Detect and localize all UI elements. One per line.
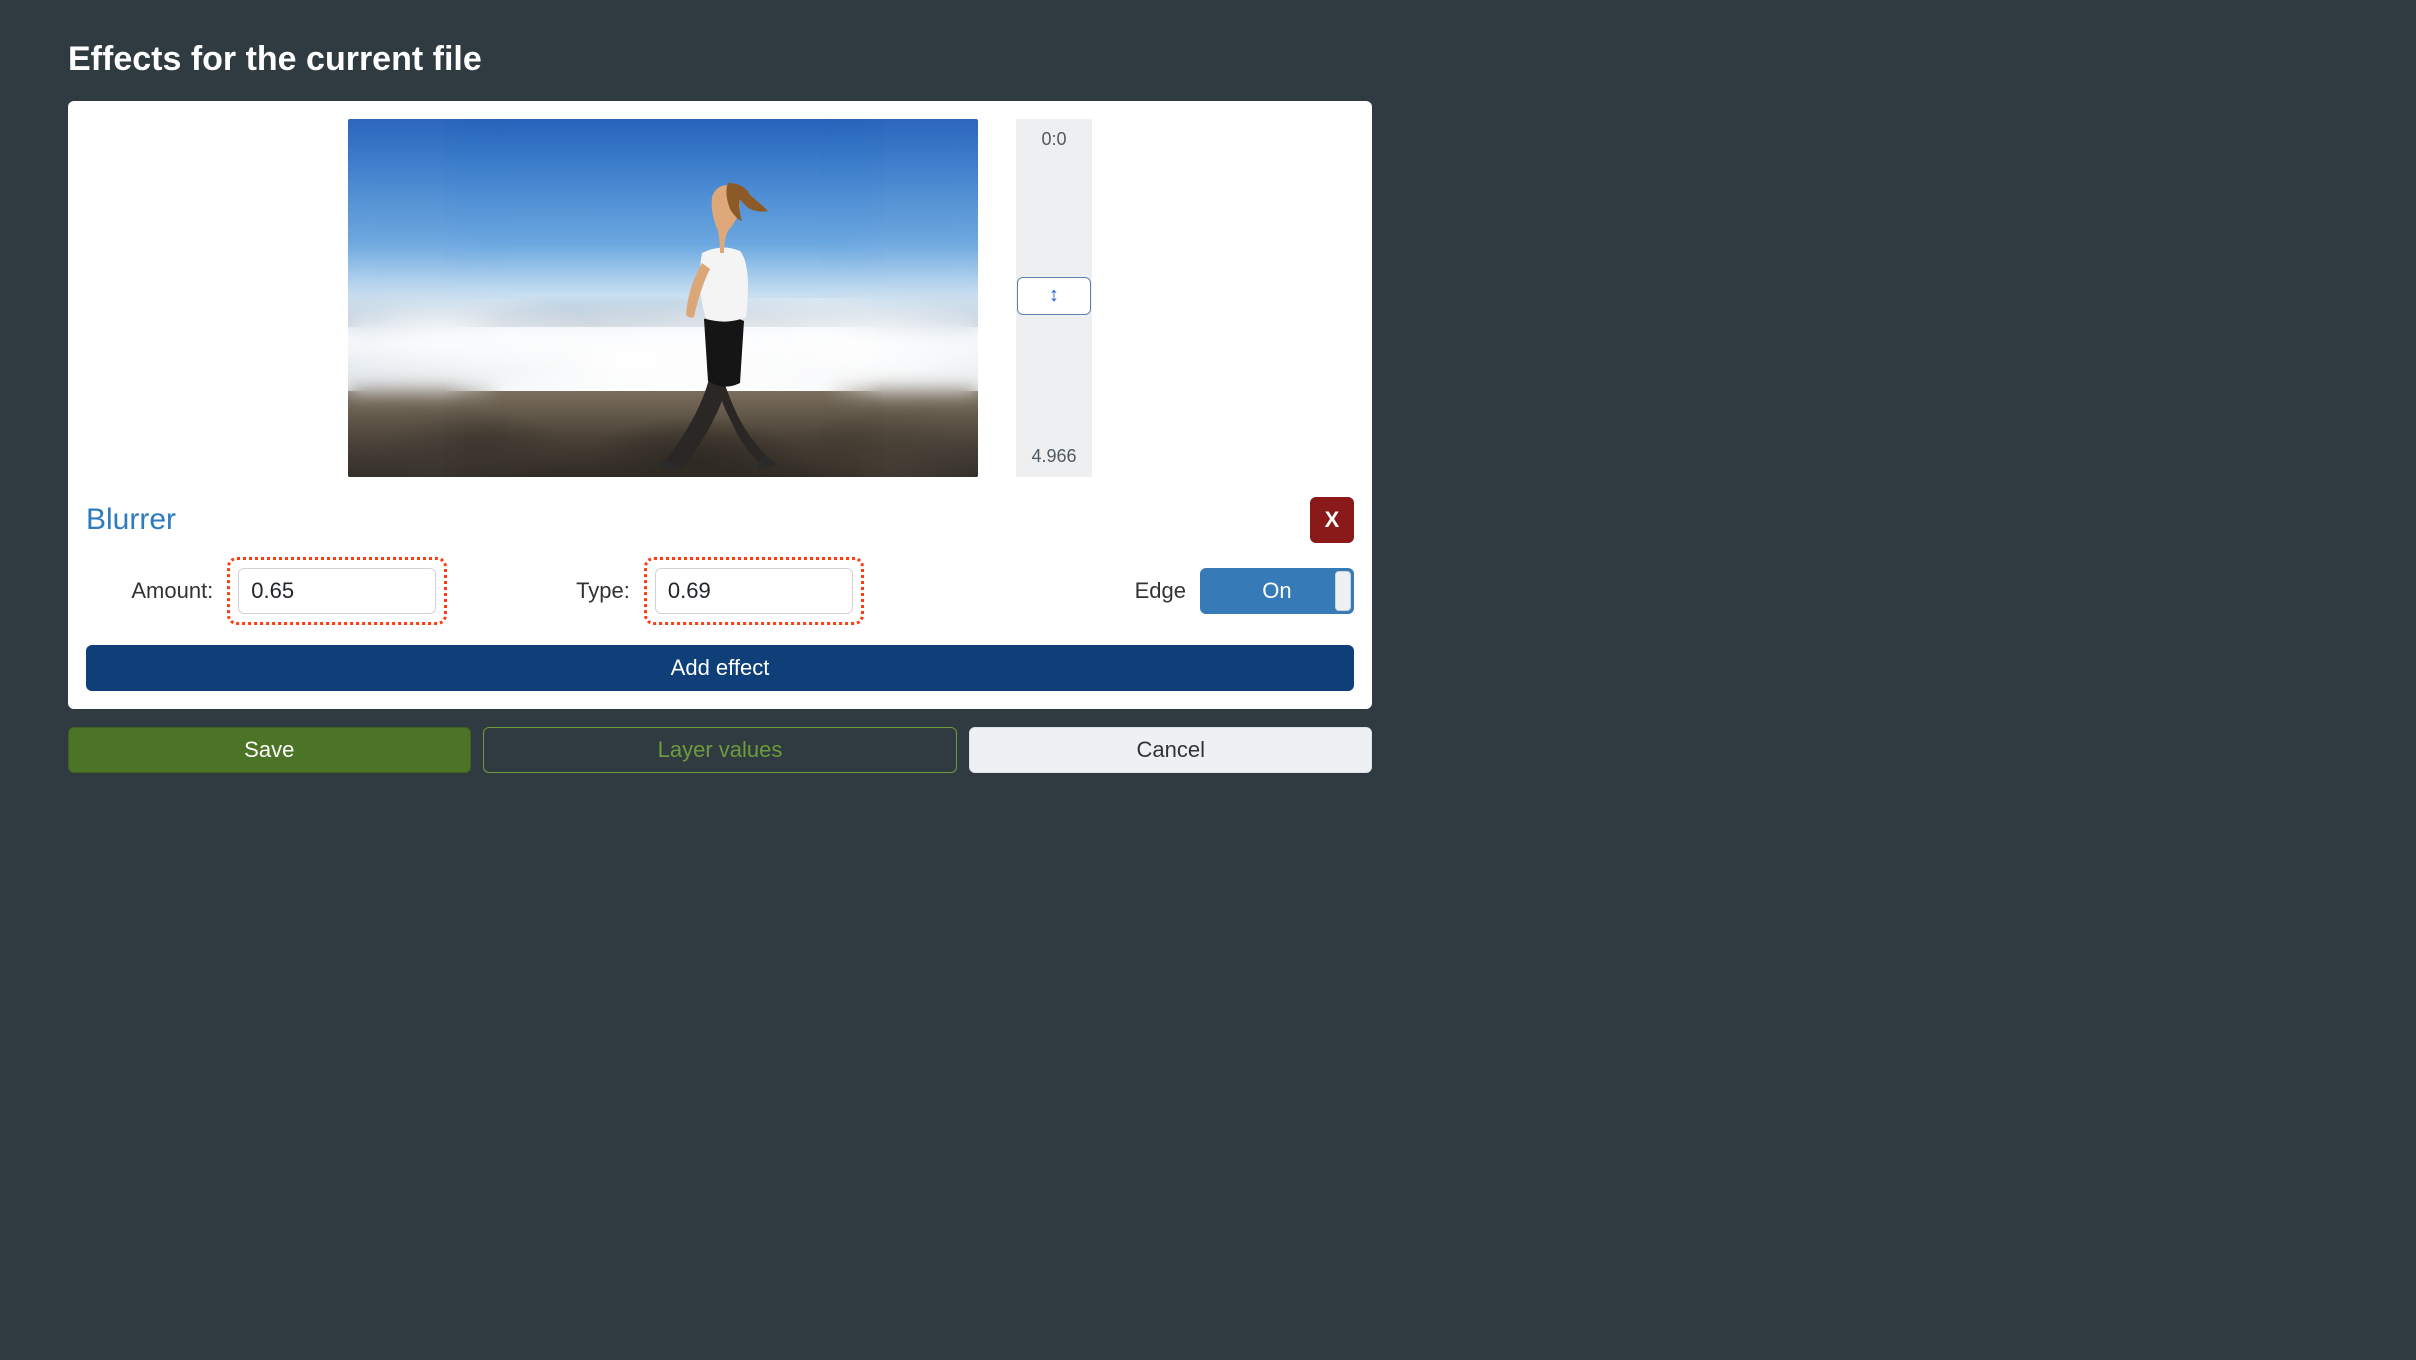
- drag-vertical-icon: ↕: [1049, 284, 1059, 307]
- preview-row: 0:0 ↕ 4.966: [86, 119, 1354, 477]
- cancel-button[interactable]: Cancel: [969, 727, 1372, 773]
- time-slider-max-label: 4.966: [1031, 446, 1076, 467]
- param-type: Type:: [517, 557, 924, 625]
- type-input[interactable]: [655, 568, 853, 614]
- time-slider-track[interactable]: 0:0 ↕ 4.966: [1016, 119, 1092, 477]
- toggle-knob: [1335, 571, 1351, 611]
- footer-actions: Save Layer values Cancel: [68, 727, 1372, 773]
- edge-label: Edge: [1135, 578, 1186, 604]
- save-button[interactable]: Save: [68, 727, 471, 773]
- effect-header: Blurrer X: [86, 497, 1354, 543]
- effects-card: 0:0 ↕ 4.966 Blurrer X Amount: Type:: [68, 101, 1372, 709]
- page-title: Effects for the current file: [68, 40, 1372, 79]
- remove-effect-button[interactable]: X: [1310, 497, 1354, 543]
- type-label: Type:: [576, 578, 630, 604]
- effect-name-link[interactable]: Blurrer: [86, 503, 176, 537]
- param-amount: Amount:: [86, 557, 493, 625]
- type-highlight: [644, 557, 864, 625]
- amount-input[interactable]: [238, 568, 436, 614]
- param-edge: Edge On: [947, 568, 1354, 614]
- preview-image: [348, 119, 978, 477]
- edge-toggle-state: On: [1262, 578, 1291, 604]
- amount-highlight: [227, 557, 447, 625]
- effect-params: Amount: Type: Edge On: [86, 557, 1354, 625]
- person-figure-icon: [632, 169, 782, 469]
- add-effect-button[interactable]: Add effect: [86, 645, 1354, 691]
- amount-label: Amount:: [131, 578, 213, 604]
- layer-values-button[interactable]: Layer values: [483, 727, 958, 773]
- time-slider-thumb[interactable]: ↕: [1017, 277, 1091, 315]
- edge-toggle[interactable]: On: [1200, 568, 1354, 614]
- time-slider-min-label: 0:0: [1041, 129, 1066, 150]
